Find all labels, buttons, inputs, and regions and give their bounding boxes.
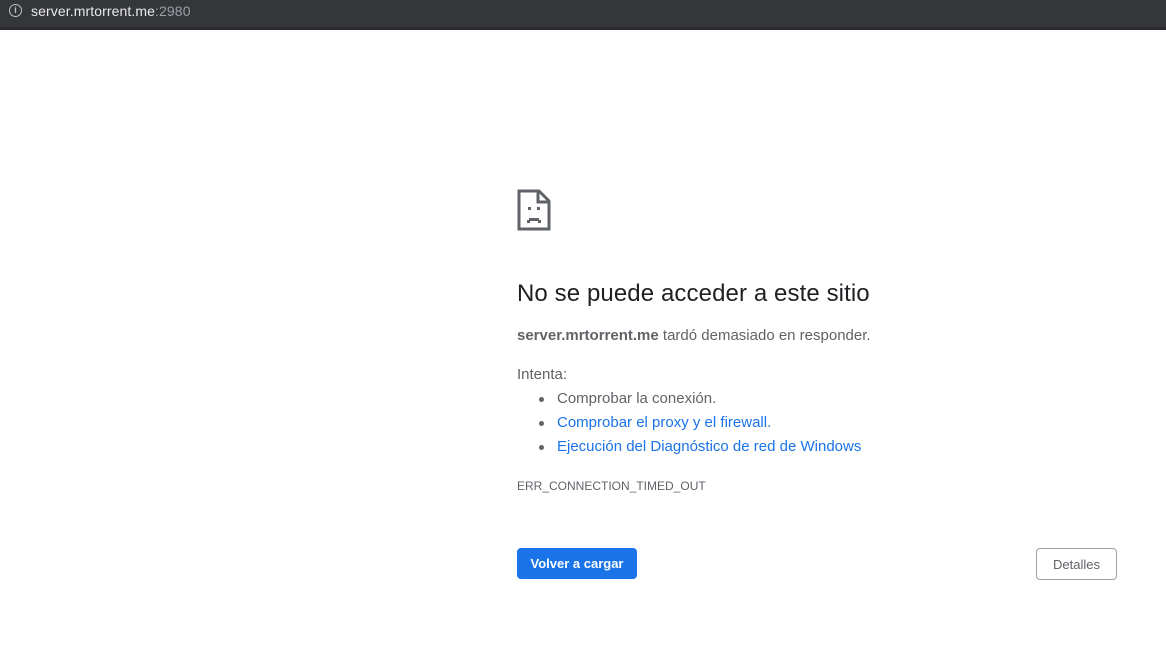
url-port: :2980 — [155, 3, 191, 19]
error-headline: No se puede acceder a este sitio — [517, 280, 870, 307]
suggestion-windows-diagnostics-link[interactable]: Ejecución del Diagnóstico de red de Wind… — [537, 438, 861, 462]
suggestion-list: Comprobar la conexión. Comprobar el prox… — [537, 390, 861, 462]
error-code: ERR_CONNECTION_TIMED_OUT — [517, 479, 706, 493]
reload-button[interactable]: Volver a cargar — [517, 548, 637, 579]
error-host: server.mrtorrent.me — [517, 327, 659, 344]
suggestion-check-proxy-link[interactable]: Comprobar el proxy y el firewall. — [537, 414, 861, 438]
address-bar[interactable]: i server.mrtorrent.me:2980 — [0, 0, 1166, 30]
address-url[interactable]: server.mrtorrent.me:2980 — [31, 3, 191, 19]
error-summary-text: tardó demasiado en responder. — [658, 327, 871, 344]
sad-document-icon — [517, 189, 551, 231]
info-icon[interactable]: i — [9, 4, 22, 17]
error-summary: server.mrtorrent.me tardó demasiado en r… — [517, 327, 871, 345]
details-button[interactable]: Detalles — [1036, 548, 1117, 580]
url-host: server.mrtorrent.me — [31, 3, 156, 19]
suggestion-check-connection: Comprobar la conexión. — [537, 390, 861, 414]
try-label: Intenta: — [517, 366, 568, 383]
